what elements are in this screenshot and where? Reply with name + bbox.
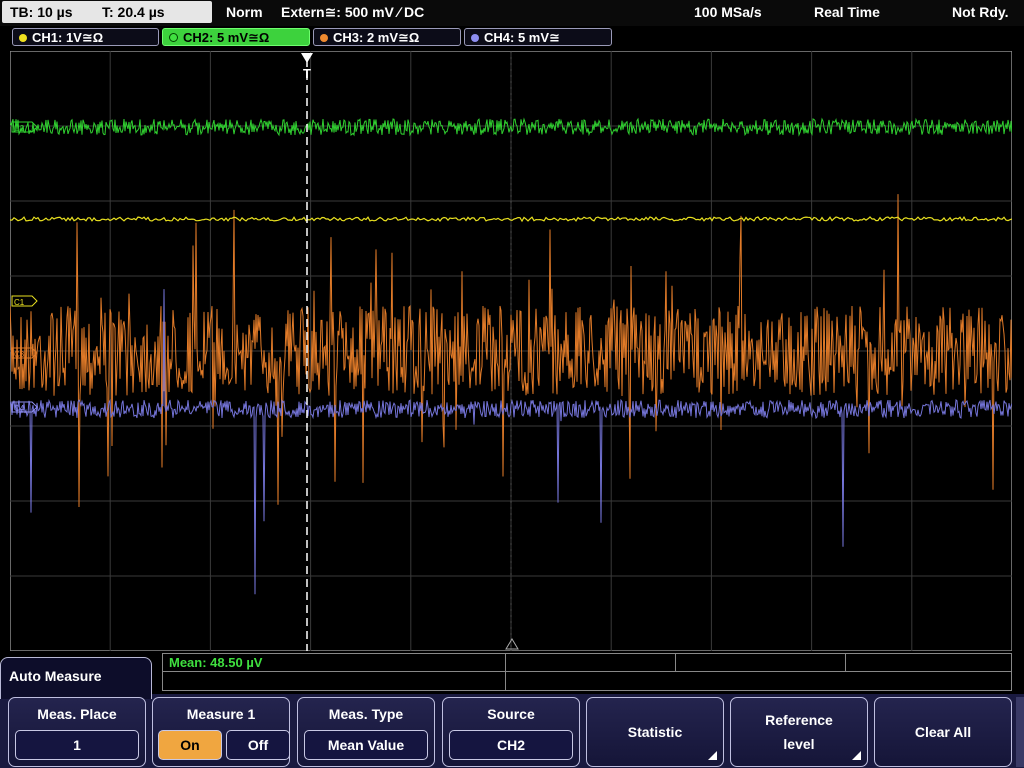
trigger-marker-label: T xyxy=(303,66,311,81)
timebase-box[interactable]: TB: 10 µs T: 20.4 µs xyxy=(2,1,212,23)
timebase-value: TB: 10 µs xyxy=(10,4,73,20)
channel-tab-ch1[interactable]: CH1: 1V≅Ω xyxy=(12,28,159,46)
channel-tab-ch3[interactable]: CH3: 2 mV≅Ω xyxy=(313,28,461,46)
source-field[interactable]: CH2 xyxy=(449,730,573,760)
ch2-label: CH2: 5 mV≅Ω xyxy=(183,30,270,45)
acquisition-mode: Real Time xyxy=(814,4,880,20)
meas-place-softkey[interactable]: Meas. Place 1 xyxy=(8,697,146,767)
ch4-color-dot xyxy=(471,34,479,42)
meas-place-label: Meas. Place xyxy=(37,706,117,722)
results-divider xyxy=(845,654,846,671)
trigger-mode[interactable]: Norm xyxy=(226,0,263,24)
meas-type-label: Meas. Type xyxy=(328,706,404,722)
ch1-label: CH1: 1V≅Ω xyxy=(32,30,104,45)
source-label: Source xyxy=(487,706,535,722)
menu-title: Auto Measure xyxy=(9,668,102,684)
statistic-label: Statistic xyxy=(627,724,683,740)
reference-level-softkey[interactable]: Reference level xyxy=(730,697,868,767)
measure1-off-toggle[interactable]: Off xyxy=(226,730,290,760)
trigger-source[interactable]: Extern≅: 500 mV ∕ DC xyxy=(281,0,424,24)
submenu-corner-icon xyxy=(852,751,861,760)
measure1-softkey[interactable]: Measure 1 On Off xyxy=(152,697,290,767)
trigger-time-value: T: 20.4 µs xyxy=(102,4,165,20)
acquisition-state: Not Rdy. xyxy=(952,4,1009,20)
menu-title-tab: Auto Measure xyxy=(0,657,152,699)
mean-result: Mean: 48.50 µV xyxy=(169,655,263,670)
measure1-label: Measure 1 xyxy=(186,706,256,722)
clear-all-softkey[interactable]: Clear All xyxy=(874,697,1012,767)
ch1-color-dot xyxy=(19,34,27,42)
measurement-results: Mean: 48.50 µV xyxy=(162,653,1012,691)
measure1-on-toggle[interactable]: On xyxy=(158,730,222,760)
ch2-color-dot xyxy=(169,33,178,42)
channel-tab-ch2[interactable]: CH2: 5 mV≅Ω xyxy=(162,28,310,46)
reference-label-line2: level xyxy=(783,736,815,752)
clear-all-label: Clear All xyxy=(914,724,972,740)
results-divider xyxy=(163,671,1011,672)
ch4-marker-label: C4 xyxy=(14,404,25,413)
ch3-marker-label: C3 xyxy=(14,350,25,359)
meas-place-field[interactable]: 1 xyxy=(15,730,139,760)
sample-rate: 100 MSa/s xyxy=(694,4,762,20)
source-softkey[interactable]: Source CH2 xyxy=(442,697,580,767)
ch3-label: CH3: 2 mV≅Ω xyxy=(333,30,420,45)
ch2-marker-label: C2 xyxy=(14,124,25,133)
meas-type-field[interactable]: Mean Value xyxy=(304,730,428,760)
statistic-softkey[interactable]: Statistic xyxy=(586,697,724,767)
ch3-color-dot xyxy=(320,34,328,42)
results-divider xyxy=(505,654,506,691)
channel-tab-ch4[interactable]: CH4: 5 mV≅ xyxy=(464,28,612,46)
submenu-corner-icon xyxy=(708,751,717,760)
waveform-display[interactable]: T C2 C1 C3 C4 xyxy=(10,51,1012,651)
menu-scroll-bar[interactable] xyxy=(1016,697,1024,767)
results-divider xyxy=(675,654,676,671)
meas-type-softkey[interactable]: Meas. Type Mean Value xyxy=(297,697,435,767)
ch1-marker-label: C1 xyxy=(14,298,25,307)
status-bar: TB: 10 µs T: 20.4 µs Norm Extern≅: 500 m… xyxy=(0,0,1024,26)
ch4-label: CH4: 5 mV≅ xyxy=(484,30,560,45)
channel-bar: CH1: 1V≅Ω CH2: 5 mV≅Ω CH3: 2 mV≅Ω CH4: 5… xyxy=(0,26,1024,48)
reference-label-line1: Reference xyxy=(765,712,833,728)
